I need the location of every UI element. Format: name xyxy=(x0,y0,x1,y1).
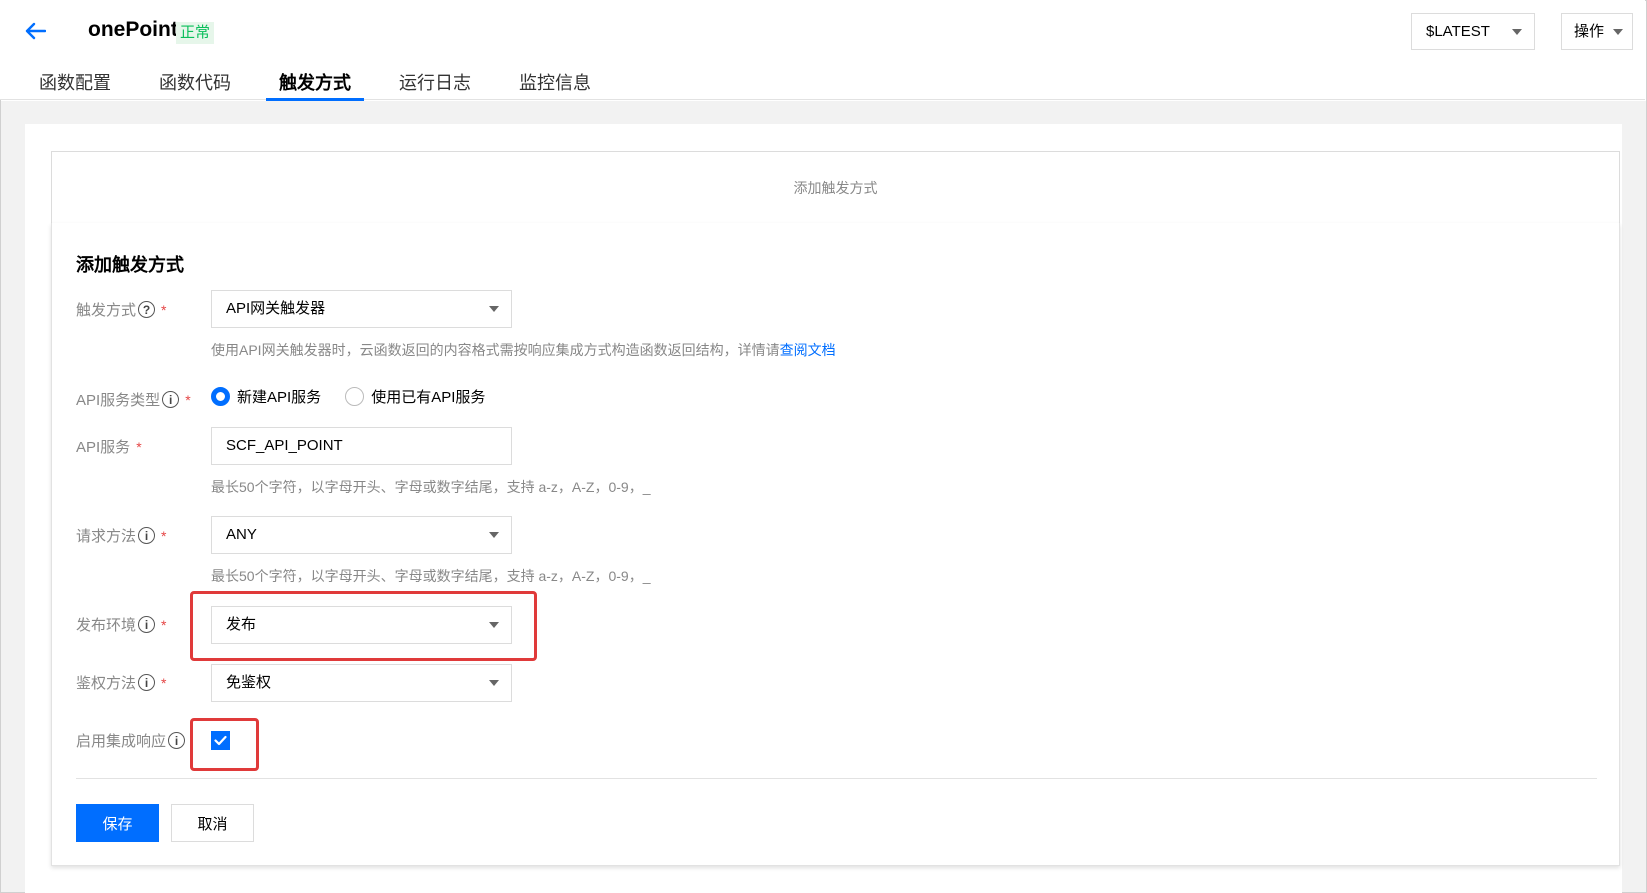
api-service-type-radio-group: 新建API服务 使用已有API服务 xyxy=(211,386,509,407)
version-select[interactable]: $LATEST xyxy=(1411,13,1535,50)
request-method-select[interactable]: ANY xyxy=(211,516,512,554)
api-service-type-label-text: API服务类型 xyxy=(76,392,161,409)
required-mark: * xyxy=(161,616,167,633)
request-method-label-text: 请求方法 xyxy=(76,528,137,545)
chevron-down-icon xyxy=(489,532,499,538)
release-env-select[interactable]: 发布 xyxy=(211,606,512,644)
form-title: 添加触发方式 xyxy=(76,255,184,275)
trigger-help-text: 使用API网关触发器时，云函数返回的内容格式需按响应集成方式构造函数返回结构，详… xyxy=(211,340,836,360)
api-service-type-label: API服务类型 i * xyxy=(76,389,191,410)
auth-method-select[interactable]: 免鉴权 xyxy=(211,664,512,702)
chevron-down-icon xyxy=(1613,29,1623,35)
info-icon[interactable]: i xyxy=(162,391,180,408)
back-arrow-icon[interactable] xyxy=(20,16,50,46)
api-service-label: API服务 * xyxy=(76,436,142,457)
chevron-down-icon xyxy=(489,306,499,312)
api-service-help-text: 最长50个字符，以字母开头、字母或数字结尾，支持 a-z，A-Z，0-9，_ xyxy=(211,479,651,495)
status-badge: 正常 xyxy=(176,22,215,44)
radio-label: 新建API服务 xyxy=(237,389,322,406)
radio-label: 使用已有API服务 xyxy=(371,389,486,406)
required-mark: * xyxy=(185,391,191,408)
info-icon[interactable]: i xyxy=(138,527,156,544)
version-value: $LATEST xyxy=(1426,23,1490,40)
add-trigger-button[interactable]: 添加触发方式 xyxy=(51,151,1620,224)
release-env-label-text: 发布环境 xyxy=(76,617,137,634)
chevron-down-icon xyxy=(489,622,499,628)
api-service-input[interactable]: SCF_API_POINT xyxy=(211,427,512,465)
operations-dropdown[interactable]: 操作 xyxy=(1561,13,1633,50)
auth-method-value: 免鉴权 xyxy=(226,674,272,691)
required-mark: * xyxy=(161,674,167,691)
integration-response-label-text: 启用集成响应 xyxy=(76,733,167,750)
required-mark: * xyxy=(136,438,142,455)
chevron-down-icon xyxy=(489,680,499,686)
info-icon[interactable]: i xyxy=(168,732,186,749)
form-divider xyxy=(76,778,1597,779)
integration-response-checkbox[interactable] xyxy=(211,731,230,750)
tab-run-logs[interactable]: 运行日志 xyxy=(386,62,484,100)
header: onePoint 正常 $LATEST 操作 函数配置 函数代码 触发方式 运行… xyxy=(0,0,1645,101)
trigger-type-value: API网关触发器 xyxy=(226,300,326,317)
request-method-value: ANY xyxy=(226,526,257,543)
auth-method-label-text: 鉴权方法 xyxy=(76,675,137,692)
info-icon[interactable]: i xyxy=(138,674,156,691)
radio-new-api-service[interactable]: 新建API服务 xyxy=(211,386,321,407)
request-method-help-text: 最长50个字符，以字母开头、字母或数字结尾，支持 a-z，A-Z，0-9，_ xyxy=(211,568,651,584)
operations-label: 操作 xyxy=(1574,23,1605,40)
required-mark: * xyxy=(161,301,167,318)
trigger-type-select[interactable]: API网关触发器 xyxy=(211,290,512,328)
integration-response-label: 启用集成响应 i xyxy=(76,730,186,751)
tab-monitoring[interactable]: 监控信息 xyxy=(506,62,604,100)
view-docs-link[interactable]: 查阅文档 xyxy=(780,342,836,358)
trigger-type-label: 触发方式 ? * xyxy=(76,299,166,320)
function-name: onePoint xyxy=(88,18,178,41)
api-service-label-text: API服务 xyxy=(76,439,131,456)
request-method-label: 请求方法 i * xyxy=(76,525,166,546)
radio-existing-api-service[interactable]: 使用已有API服务 xyxy=(345,386,485,407)
cancel-button[interactable]: 取消 xyxy=(171,804,254,842)
tab-function-code[interactable]: 函数代码 xyxy=(146,62,244,100)
radio-unchecked-icon[interactable] xyxy=(345,387,365,406)
trigger-help-body: 使用API网关触发器时，云函数返回的内容格式需按响应集成方式构造函数返回结构，详… xyxy=(211,342,780,358)
release-env-label: 发布环境 i * xyxy=(76,614,166,635)
tab-trigger[interactable]: 触发方式 xyxy=(266,62,364,101)
checkmark-icon xyxy=(214,735,227,746)
info-icon[interactable]: i xyxy=(138,616,156,633)
chevron-down-icon xyxy=(1512,29,1522,35)
auth-method-label: 鉴权方法 i * xyxy=(76,672,166,693)
release-env-value: 发布 xyxy=(226,616,257,633)
save-button[interactable]: 保存 xyxy=(76,804,159,842)
tab-bar: 函数配置 函数代码 触发方式 运行日志 监控信息 xyxy=(26,62,626,101)
required-mark: * xyxy=(161,527,167,544)
tab-function-config[interactable]: 函数配置 xyxy=(26,62,124,100)
radio-checked-icon[interactable] xyxy=(211,387,230,406)
trigger-type-label-text: 触发方式 xyxy=(76,302,137,319)
question-icon[interactable]: ? xyxy=(138,301,156,318)
